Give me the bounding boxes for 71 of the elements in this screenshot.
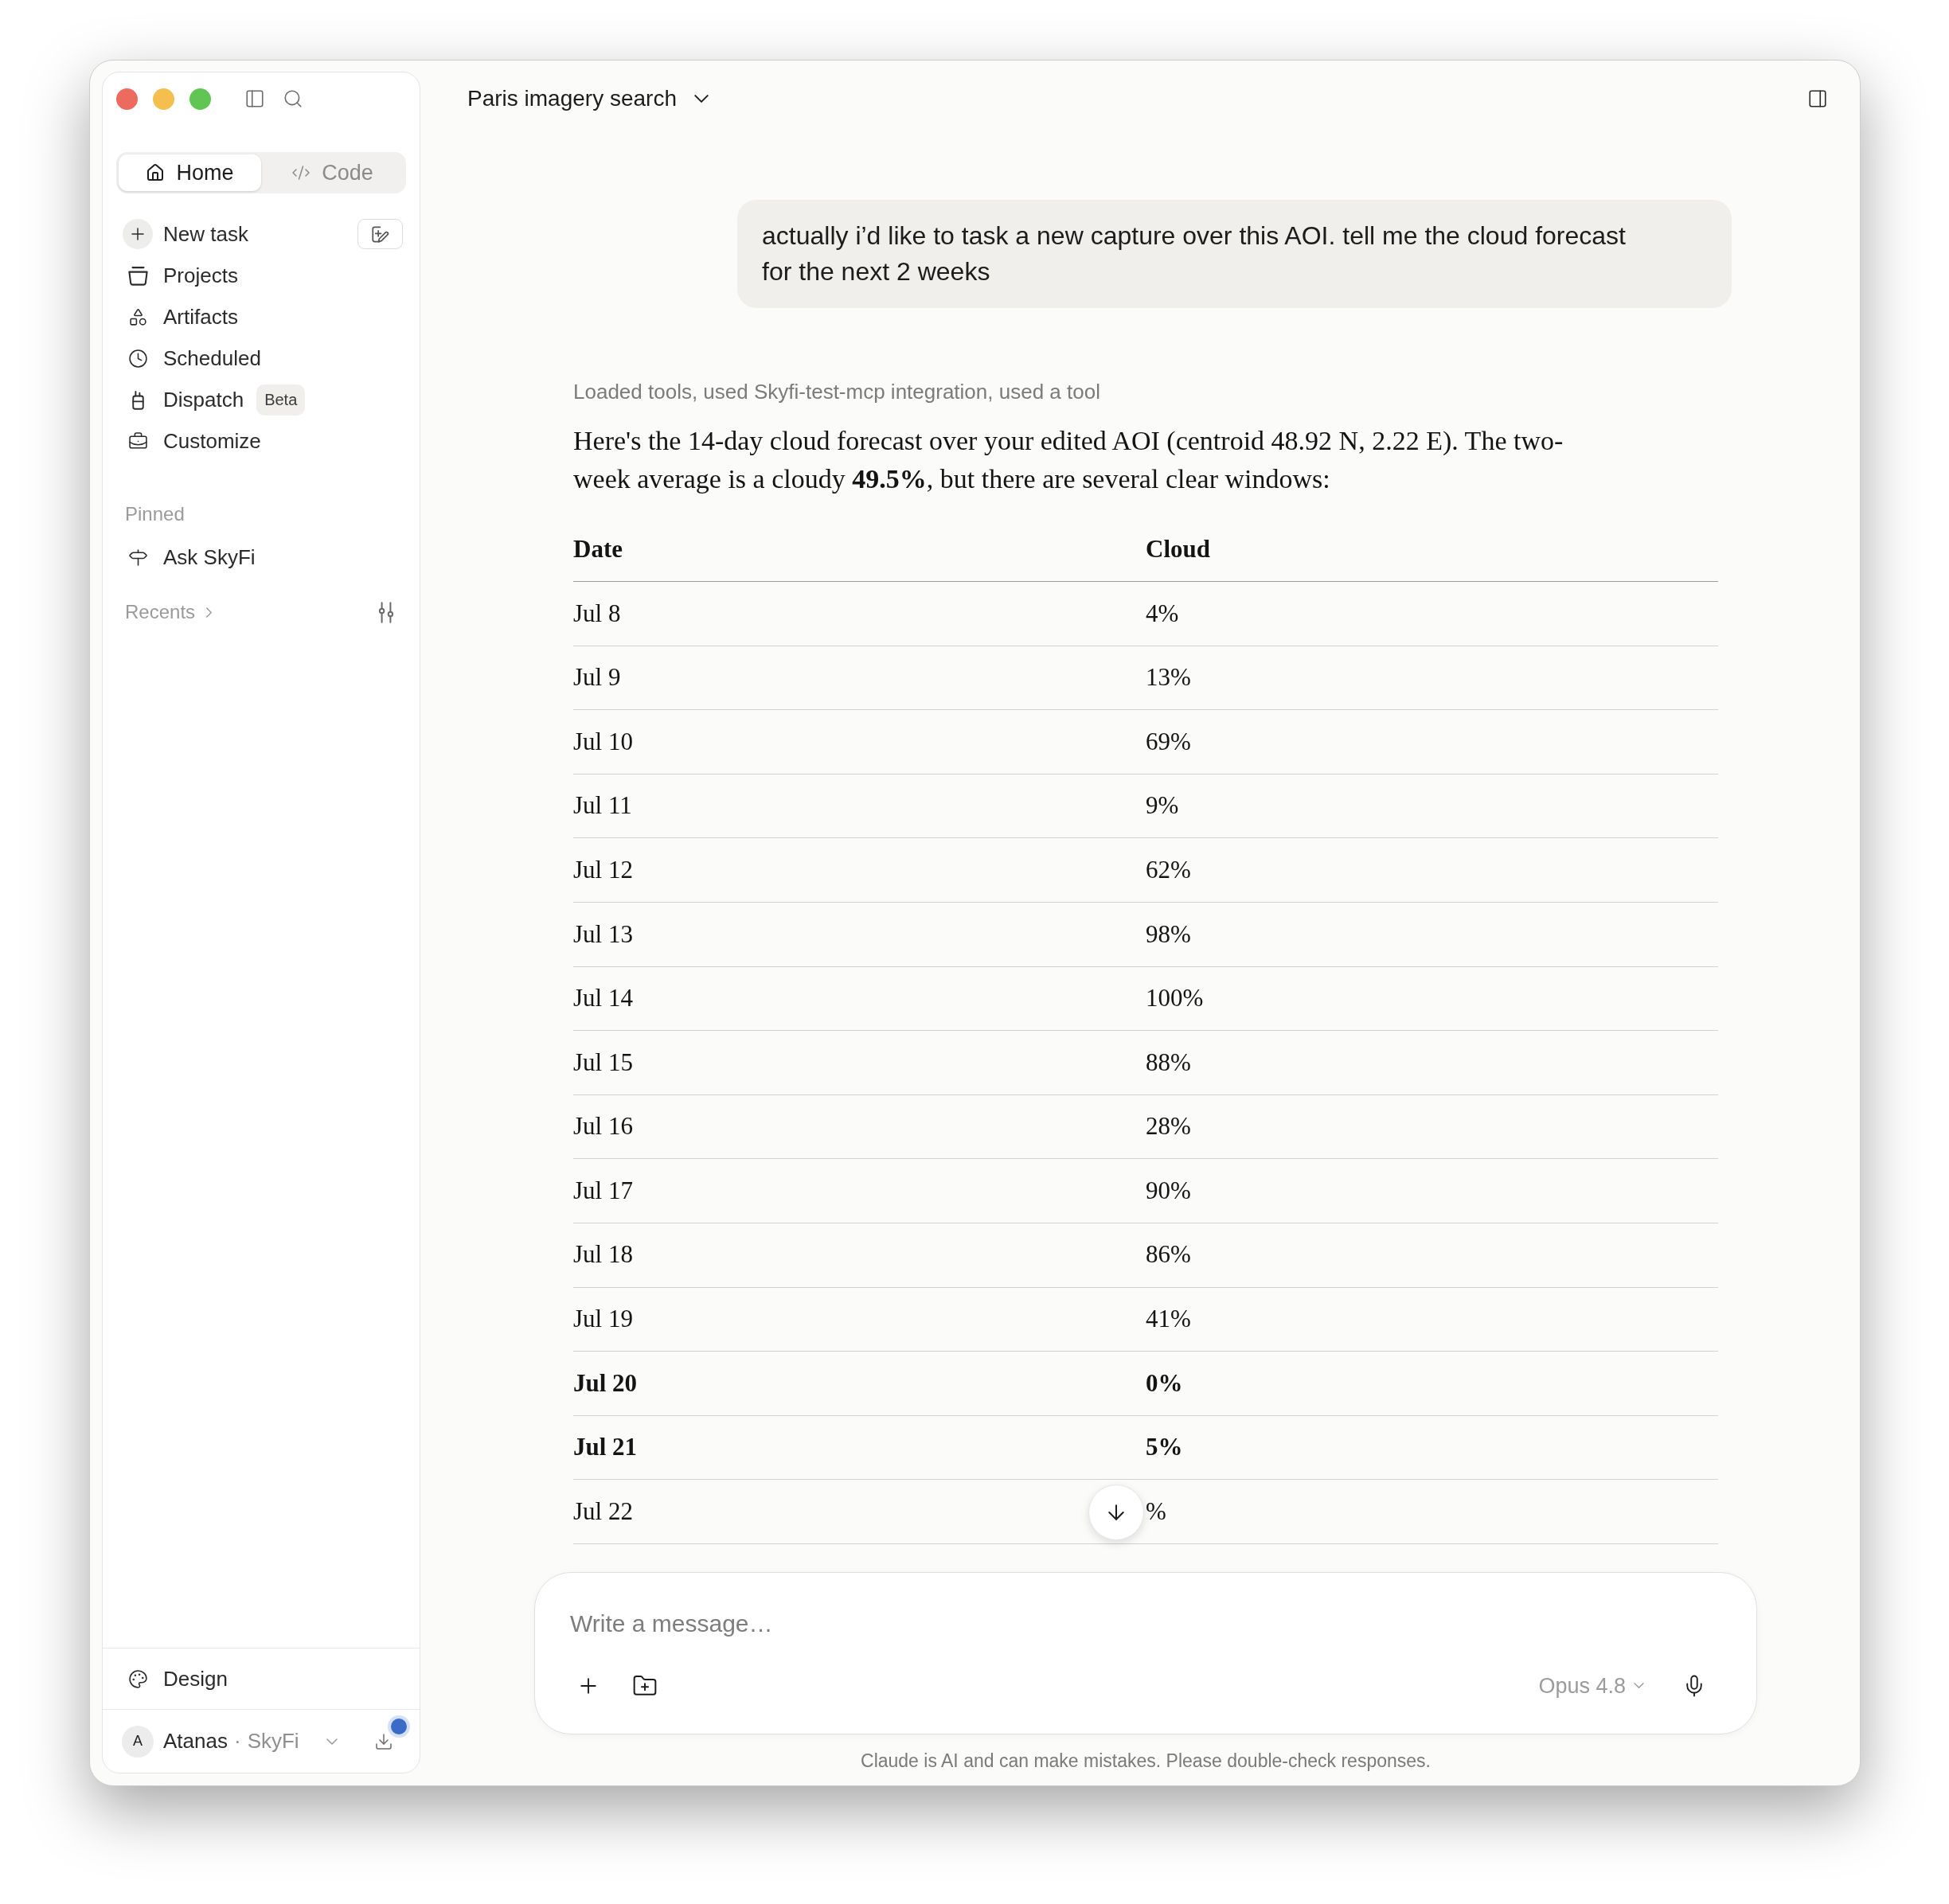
download-icon [374, 1731, 393, 1751]
sidebar-item[interactable]: Projects [103, 255, 403, 296]
sidebar-item[interactable]: Ask SkyFi [103, 536, 420, 578]
disclaimer-text: Claude is AI and can make mistakes. Please double-check responses. [860, 1749, 1431, 1773]
sidebar-item[interactable]: Artifacts [103, 296, 403, 337]
column-header: Date [573, 533, 623, 564]
response-text: Here's the 14-day cloud forecast over your edited AOI (centroid 48.92 N, 2.22 E). The two-week average is a cloudy 49.5%, but there are several clear windows: [573, 425, 1564, 495]
column-header: Cloud [1146, 533, 1210, 564]
table-cell-text: Jul 16 [573, 1111, 633, 1142]
table-cell-text: 5% [1146, 1432, 1183, 1463]
sidebar-item[interactable]: Customize [103, 420, 403, 462]
table-cell-text: 62% [1146, 854, 1191, 885]
chevron-down-icon [326, 1738, 338, 1745]
avatar: A [122, 1725, 154, 1758]
chevron-down-icon [1634, 1683, 1644, 1689]
table-cell-text: 28% [1146, 1111, 1191, 1142]
table-cell-text: Jul 13 [573, 919, 633, 950]
table-cell-text: Jul 22 [573, 1496, 633, 1527]
new-note-button[interactable] [357, 219, 403, 249]
clock-icon [127, 348, 148, 369]
table-cell-text: Jul 12 [573, 854, 633, 885]
tray-icon [127, 265, 148, 286]
table-cell-text: 4% [1146, 598, 1179, 629]
square-pen-icon [370, 224, 390, 244]
search-icon[interactable] [283, 88, 303, 109]
sidebar-toggle-icon[interactable] [244, 88, 265, 109]
close-icon[interactable] [116, 88, 138, 110]
section-heading: Pinned [124, 502, 186, 526]
table-cell-text: 69% [1146, 726, 1191, 757]
table-cell-text: % [1146, 1496, 1166, 1527]
table-cell-text: Jul 10 [573, 726, 633, 757]
table-cell-text: 88% [1146, 1047, 1191, 1078]
beta-badge: Beta [256, 384, 306, 416]
message-input[interactable]: Write a message… [570, 1604, 1721, 1643]
table-cell-text: Jul 9 [573, 662, 621, 693]
chevron-down-icon [694, 95, 709, 103]
sidebar-item[interactable]: Dispatch Beta [103, 379, 403, 420]
tab[interactable]: Home [119, 154, 261, 191]
table-cell-text: Jul 8 [573, 598, 621, 629]
shapes-icon [127, 306, 148, 327]
table-cell-text: 90% [1146, 1175, 1191, 1206]
sidebar-item[interactable]: Scheduled [103, 337, 403, 379]
signpost-icon [127, 547, 148, 568]
table-cell-text: 100% [1146, 983, 1204, 1014]
palette-icon [127, 1668, 148, 1689]
table-cell-text: 98% [1146, 919, 1191, 950]
table-cell-text: Jul 19 [573, 1304, 633, 1335]
table-cell-text: 9% [1146, 790, 1179, 821]
briefcase-icon [127, 431, 148, 451]
table-cell-text: Jul 20 [573, 1368, 638, 1399]
tool-summary[interactable]: Loaded tools, used Skyfi-test-mcp integration, used a tool [573, 377, 1718, 406]
table-cell-text: 13% [1146, 662, 1191, 693]
house-icon [146, 163, 166, 182]
sidebar-item[interactable]: New task [103, 213, 357, 255]
table-cell-text: 0% [1146, 1368, 1183, 1399]
account-menu-button[interactable]: A Atanas · SkyFi [122, 1725, 338, 1758]
side-panel-icon[interactable] [1807, 88, 1828, 109]
table-cell-text: 41% [1146, 1304, 1191, 1335]
table-cell-text: 86% [1146, 1239, 1191, 1270]
user-message: actually i’d like to task a new capture over this AOI. tell me the cloud forecast for the next 2 weeks [737, 200, 1732, 308]
plus-icon [123, 219, 153, 249]
table-cell-text: Jul 11 [573, 790, 632, 821]
table-cell-text: Jul 15 [573, 1047, 633, 1078]
sidebar-item[interactable]: Design [103, 1648, 420, 1709]
chevron-right-icon [206, 607, 213, 618]
table-cell-text: Jul 21 [573, 1432, 638, 1463]
code-icon [291, 163, 311, 182]
table-cell-text: Jul 18 [573, 1239, 633, 1270]
table-cell-text: Jul 14 [573, 983, 633, 1014]
table-cell-text: Jul 17 [573, 1175, 633, 1206]
title-dropdown[interactable]: Paris imagery search [467, 82, 709, 115]
